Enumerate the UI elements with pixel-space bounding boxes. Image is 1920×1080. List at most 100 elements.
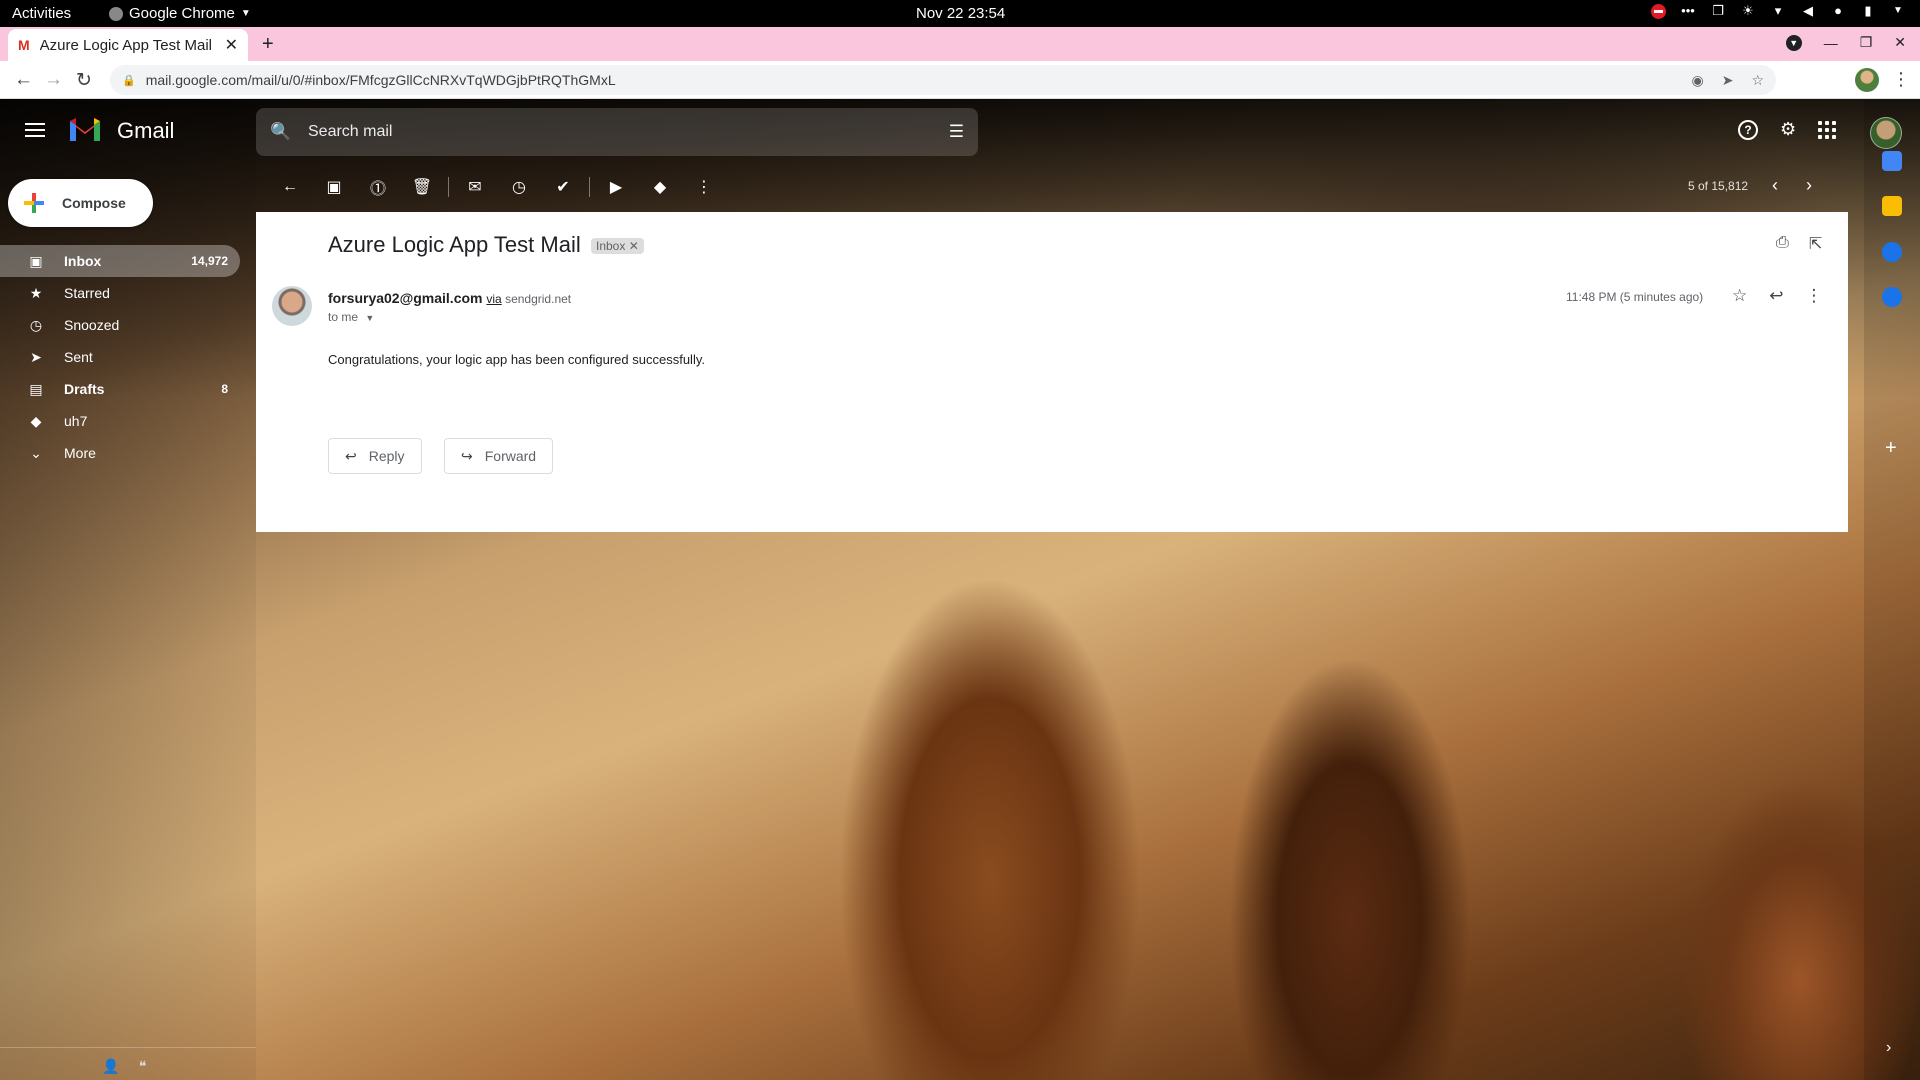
sidebar-item-uh7[interactable]: ◆ uh7 (0, 405, 240, 437)
draft-icon: ▤ (29, 380, 43, 397)
inbox-label-chip[interactable]: Inbox ✕ (591, 238, 644, 254)
chrome-icon (109, 6, 123, 21)
sender-avatar[interactable] (272, 286, 312, 326)
sidebar-item-inbox[interactable]: ▣ Inbox 14,972 (0, 245, 240, 277)
print-icon[interactable]: ⎙ (1776, 234, 1789, 254)
message-toolbar: ← ▣ ⓵ 🗑 ✉ ◷ ✔ ▶ ◆ ⋮ (268, 175, 726, 199)
clock[interactable]: Nov 22 23:54 (916, 5, 1005, 22)
calendar-icon[interactable] (1882, 151, 1902, 171)
sidebar-item-drafts[interactable]: ▤ Drafts 8 (0, 373, 240, 405)
message-body: Congratulations, your logic app has been… (328, 352, 705, 367)
via-domain: sendgrid.net (505, 292, 572, 306)
pagination-arrows: ‹ › (1772, 175, 1812, 196)
delete-icon[interactable]: 🗑 (400, 177, 444, 197)
activities-button[interactable]: Activities (12, 5, 71, 22)
app-menu[interactable]: Google Chrome ▼ (109, 5, 251, 22)
profile-avatar[interactable] (1855, 68, 1879, 92)
tasks-icon[interactable] (1882, 242, 1902, 262)
minimize-icon[interactable]: — (1824, 35, 1838, 51)
forward-arrow-icon: ↪ (461, 447, 473, 464)
forward-icon[interactable]: → (44, 69, 63, 91)
sidebar-item-more[interactable]: ⌄ More (0, 437, 240, 469)
recipient-details[interactable]: to me ▼ (328, 310, 374, 324)
person-icon[interactable]: 👤 (102, 1058, 119, 1075)
tab-search-icon[interactable]: ▼ (1785, 34, 1802, 51)
more-dots-icon: ••• (1681, 3, 1695, 18)
browser-toolbar: ← → ↻ 🔒 mail.google.com/mail/u/0/#inbox/… (0, 61, 1920, 99)
help-icon[interactable]: ? (1738, 119, 1758, 140)
bookmark-star-icon[interactable]: ☆ (1751, 72, 1764, 89)
window-controls: ▼ — ❐ ✕ (1785, 34, 1906, 51)
google-apps-icon[interactable] (1818, 120, 1837, 139)
older-chevron-right-icon[interactable]: › (1806, 175, 1812, 196)
star-message-icon[interactable]: ☆ (1732, 286, 1747, 306)
report-spam-icon[interactable]: ⓵ (356, 175, 400, 199)
eye-icon[interactable]: ◉ (1691, 72, 1703, 89)
add-on-plus-icon[interactable]: + (1885, 437, 1897, 460)
add-to-tasks-icon[interactable]: ✔ (541, 177, 585, 197)
contacts-icon[interactable] (1882, 287, 1902, 307)
drafts-count: 8 (221, 382, 228, 396)
sidebar-item-snoozed[interactable]: ◷ Snoozed (0, 309, 240, 341)
sidebar-item-starred[interactable]: ★ Starred (0, 277, 240, 309)
tab-gmail[interactable]: M Azure Logic App Test Mail ✕ (8, 29, 248, 61)
hangouts-icon[interactable]: ❝ (139, 1058, 147, 1075)
gmail-wordmark: Gmail (117, 118, 175, 143)
sidebar-item-sent[interactable]: ➤ Sent (0, 341, 240, 373)
search-icon[interactable]: 🔍 (270, 122, 298, 142)
star-icon: ★ (29, 284, 43, 301)
address-bar[interactable]: 🔒 mail.google.com/mail/u/0/#inbox/FMfcgz… (110, 65, 1776, 95)
keep-icon[interactable] (1882, 196, 1902, 216)
open-in-new-window-icon[interactable]: ⇱ (1809, 234, 1822, 254)
close-tab-icon[interactable]: ✕ (225, 35, 238, 55)
chevron-down-icon: ⌄ (30, 444, 42, 461)
show-side-panel-chevron-icon[interactable]: › (1886, 1039, 1891, 1057)
back-to-inbox-icon[interactable]: ← (268, 178, 312, 196)
system-tray[interactable]: ••• ❐ ☀ ▾ ◀ ● ▮ ▼ (1651, 3, 1906, 19)
gmail-logo-icon[interactable] (68, 115, 102, 141)
caret-down-icon: ▼ (240, 8, 251, 19)
search-input[interactable]: Search mail (308, 123, 949, 141)
inbox-count: 14,972 (191, 254, 228, 268)
main-menu-icon[interactable] (25, 119, 45, 141)
message-more-icon[interactable]: ⋮ (1806, 286, 1823, 306)
compose-button[interactable]: Compose (8, 179, 153, 227)
mark-unread-icon[interactable]: ✉ (453, 177, 497, 197)
message-view: Azure Logic App Test Mail Inbox ✕ ⎙ ⇱ fo… (256, 212, 1848, 532)
back-icon[interactable]: ← (14, 69, 33, 91)
lock-icon[interactable]: 🔒 (122, 74, 136, 87)
window-switch-icon: ❐ (1712, 3, 1724, 18)
send-icon: ➤ (30, 348, 42, 365)
wifi-icon: ▾ (1774, 3, 1782, 18)
move-to-icon[interactable]: ▶ (594, 177, 638, 197)
reply-button[interactable]: ↩ Reply (328, 438, 422, 474)
close-window-icon[interactable]: ✕ (1894, 34, 1906, 51)
reply-arrow-icon: ↩ (345, 447, 357, 464)
header-actions: ? ⚙ (1738, 119, 1837, 140)
snooze-icon[interactable]: ◷ (497, 177, 541, 197)
reply-icon[interactable]: ↩ (1769, 286, 1783, 306)
system-top-bar: Activities Google Chrome ▼ Nov 22 23:54 … (0, 0, 1920, 27)
chrome-menu-icon[interactable]: ⋮ (1892, 69, 1910, 90)
more-actions-icon[interactable]: ⋮ (682, 177, 726, 197)
new-tab-icon[interactable]: + (262, 33, 274, 56)
label-icon: ◆ (30, 412, 42, 429)
settings-gear-icon[interactable]: ⚙ (1780, 119, 1796, 140)
search-options-icon[interactable]: ☰ (949, 122, 964, 142)
newer-chevron-left-icon[interactable]: ‹ (1772, 175, 1778, 196)
do-not-disturb-icon (1651, 3, 1666, 19)
sender-email[interactable]: forsurya02@gmail.com (328, 290, 483, 306)
reload-icon[interactable]: ↻ (76, 69, 92, 92)
details-caret-icon[interactable]: ▼ (365, 313, 374, 323)
url-text[interactable]: mail.google.com/mail/u/0/#inbox/FMfcgzGl… (146, 72, 1692, 88)
compose-plus-icon (22, 191, 46, 215)
via-link[interactable]: via (486, 292, 501, 306)
restore-icon[interactable]: ❐ (1860, 34, 1873, 51)
clock-icon: ◷ (29, 316, 43, 333)
archive-icon[interactable]: ▣ (312, 177, 356, 197)
gmail-app: Gmail 🔍 Search mail ☰ ? ⚙ Compose ▣ Inbo… (0, 99, 1920, 1080)
share-icon[interactable]: ➤ (1722, 72, 1734, 89)
forward-button[interactable]: ↪ Forward (444, 438, 554, 474)
labels-icon[interactable]: ◆ (638, 177, 682, 197)
search-bar[interactable]: 🔍 Search mail ☰ (256, 108, 978, 156)
